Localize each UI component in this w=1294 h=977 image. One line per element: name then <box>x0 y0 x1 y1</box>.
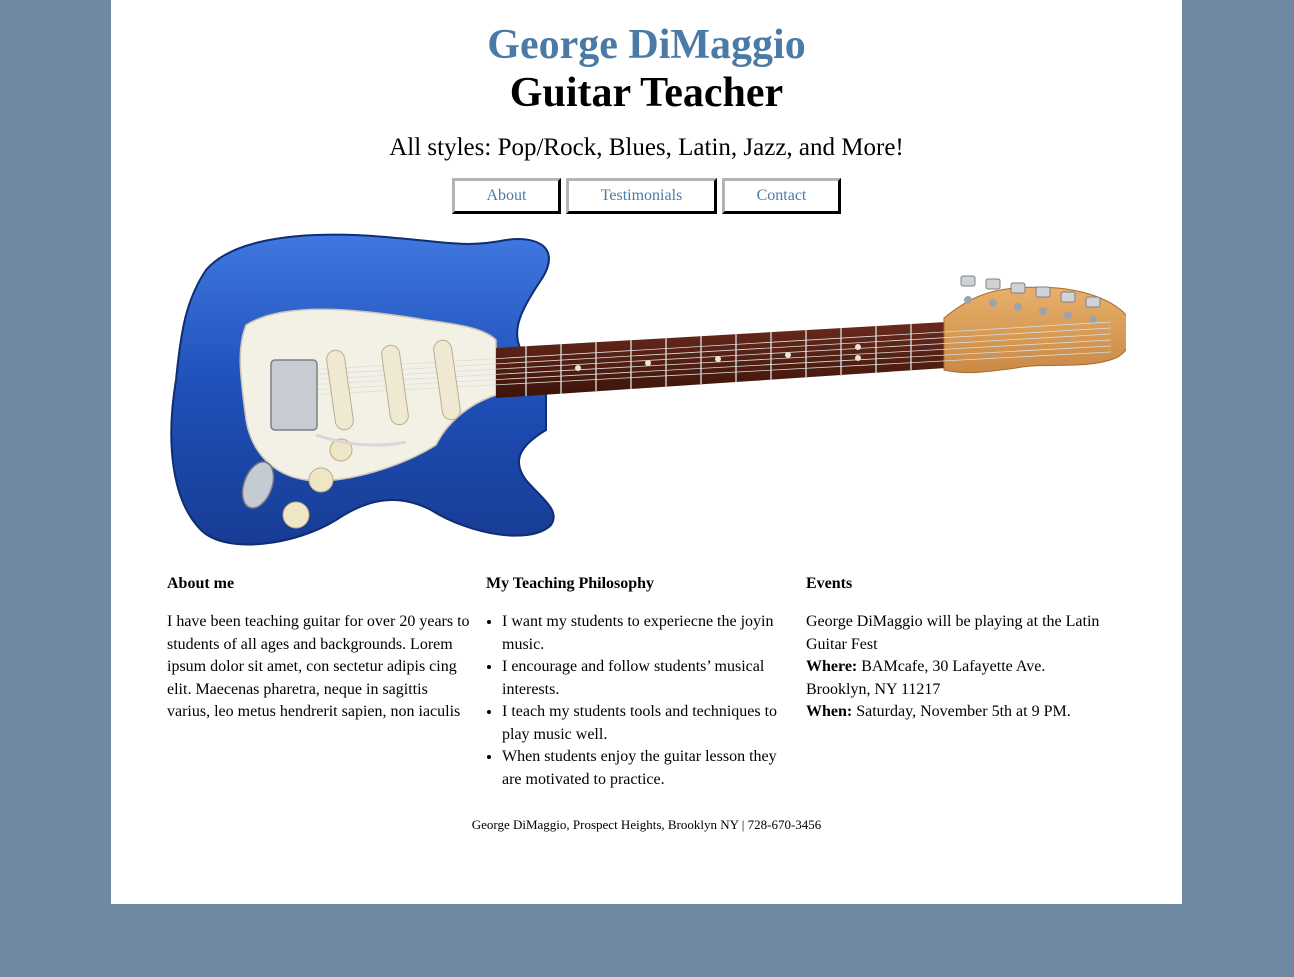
teacher-name: George DiMaggio <box>487 22 806 68</box>
philosophy-list: I want my students to experiecne the joy… <box>486 611 792 791</box>
list-item: I want my students to experiecne the joy… <box>502 611 792 656</box>
list-item: I teach my students tools and techniques… <box>502 701 792 746</box>
footer: George DiMaggio, Prospect Heights, Brook… <box>471 817 822 832</box>
where-line1: BAMcafe, 30 Lafayette Ave. <box>861 658 1046 675</box>
tagline: All styles: Pop/Rock, Blues, Latin, Jazz… <box>389 134 904 161</box>
page-title: Guitar Teacher <box>509 70 784 116</box>
where-label: Where: <box>806 658 858 675</box>
about-section: About me I have been teaching guitar for… <box>167 573 473 724</box>
about-text: I have been teaching guitar for over 20 … <box>167 613 470 720</box>
when-value: Saturday, November 5th at 9 PM. <box>856 703 1071 720</box>
nav-contact-button[interactable]: Contact <box>722 178 841 214</box>
nav-testimonials-button[interactable]: Testimonials <box>566 178 717 214</box>
main-nav: About Testimonials Contact <box>452 178 841 214</box>
list-item: I encourage and follow students’ musical… <box>502 656 792 701</box>
events-details: George DiMaggio will be playing at the L… <box>806 611 1112 724</box>
about-heading: About me <box>167 575 235 592</box>
list-item: When students enjoy the guitar lesson th… <box>502 746 792 791</box>
events-section: Events George DiMaggio will be playing a… <box>806 573 1112 724</box>
nav-about-button[interactable]: About <box>452 178 561 214</box>
when-label: When: <box>806 703 853 720</box>
philosophy-section: My Teaching Philosophy I want my student… <box>486 573 792 791</box>
events-intro: George DiMaggio will be playing at the L… <box>806 613 1100 653</box>
bridge <box>270 359 318 431</box>
content-panel: George DiMaggio Guitar Teacher All style… <box>111 0 1182 904</box>
philosophy-heading: My Teaching Philosophy <box>486 575 655 592</box>
events-heading: Events <box>806 575 853 592</box>
where-line2: Brooklyn, NY 11217 <box>806 680 941 698</box>
guitar-image <box>170 233 1126 546</box>
